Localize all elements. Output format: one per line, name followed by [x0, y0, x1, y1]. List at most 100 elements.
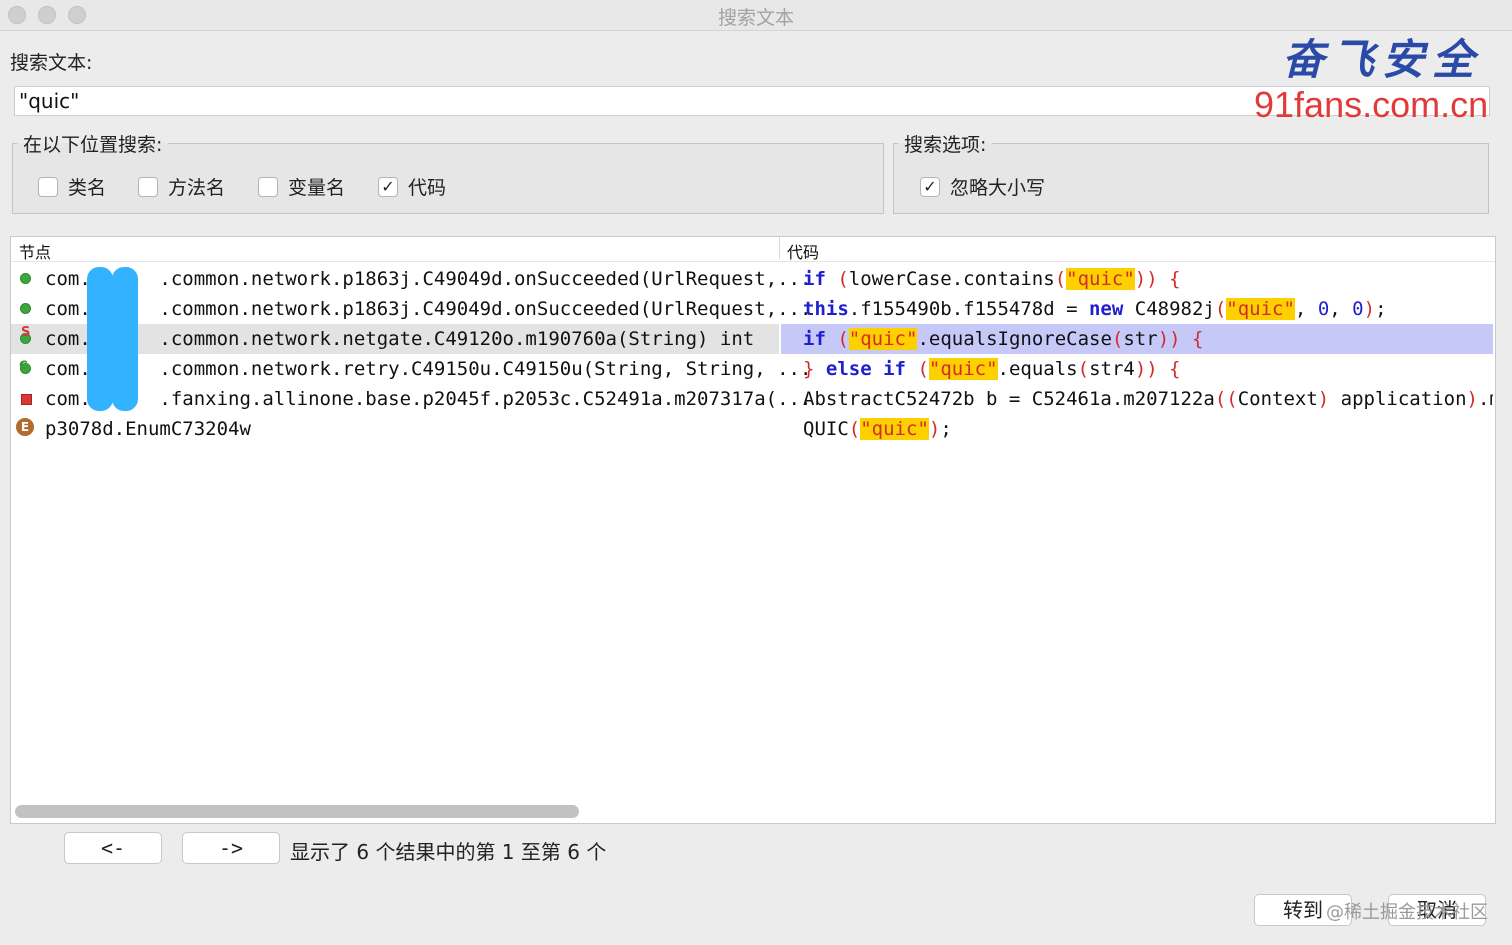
code-token: QUIC	[803, 418, 849, 440]
location-checkbox-0[interactable]: 类名	[38, 173, 106, 200]
search-options-legend: 搜索选项:	[904, 134, 987, 156]
checkbox-label: 忽略大小写	[950, 177, 1046, 199]
table-row[interactable]: com. .common.network.p1863j.C49049d.onSu…	[11, 294, 1495, 324]
code-token: )	[1363, 298, 1376, 320]
checkbox-label: 方法名	[168, 177, 226, 199]
search-location-group: 在以下位置搜索:	[12, 130, 884, 214]
code-text: AbstractC52472b b = C52461a.m207122a((Co…	[803, 388, 1493, 410]
node-text: com. .common.network.retry.C49150u.C4915…	[45, 358, 812, 380]
table-row[interactable]: Scom. .common.network.netgate.C49120o.m1…	[11, 324, 1495, 354]
checkbox-box[interactable]: ✓	[378, 176, 398, 197]
code-token: (	[1054, 268, 1067, 290]
code-token: else if	[825, 358, 906, 380]
code-token: .equals	[997, 358, 1078, 380]
method-public-icon	[20, 273, 31, 284]
watermark-juejin: @稀土掘金技术社区	[1326, 902, 1488, 923]
code-text: QUIC("quic");	[803, 418, 952, 440]
match-highlight: "quic"	[848, 328, 918, 350]
results-table: 节点 代码 com. .common.network.p1863j.C49049…	[10, 236, 1496, 824]
match-highlight: "quic"	[1066, 268, 1135, 290]
code-token: ,	[1294, 298, 1318, 320]
checkbox-box[interactable]	[138, 176, 158, 197]
code-token: ;	[940, 418, 952, 440]
match-highlight: "quic"	[1226, 298, 1295, 320]
option-checkbox-0[interactable]: ✓ 忽略大小写	[920, 173, 1045, 200]
code-text: if ("quic".equalsIgnoreCase(str)) {	[803, 328, 1203, 350]
code-token: {	[1169, 358, 1181, 380]
checkmark-icon: ✓	[923, 176, 937, 196]
watermark-url: 91fans.com.cn	[1254, 84, 1489, 125]
node-text: com. .fanxing.allinone.base.p2045f.p2053…	[45, 388, 812, 410]
code-token: (	[837, 328, 849, 350]
table-row[interactable]: Ep3078d.EnumC73204w QUIC("quic");	[11, 414, 1495, 444]
code-cell[interactable]: if (lowerCase.contains("quic")) {	[781, 264, 1493, 294]
next-button[interactable]: ->	[182, 832, 280, 864]
checkbox-box[interactable]	[38, 176, 58, 197]
checkmark-icon: ✓	[381, 176, 395, 196]
header-separator	[11, 261, 1495, 262]
code-token: 0	[1317, 298, 1330, 320]
code-token: .f155490b.f155478d =	[848, 298, 1089, 320]
code-token: lowerCase.contains	[848, 268, 1055, 290]
code-token: if	[803, 328, 826, 350]
code-token: (	[848, 418, 861, 440]
table-row[interactable]: c com. .common.network.retry.C49150u.C491…	[11, 354, 1495, 384]
constructor-badge-icon: c	[19, 355, 28, 373]
code-cell[interactable]: this.f155490b.f155478d = new C48982j("qu…	[781, 294, 1493, 324]
code-token: ((	[1214, 388, 1238, 410]
code-cell[interactable]: } else if ("quic".equals(str4)) {	[781, 354, 1493, 384]
node-text: com. .common.network.p1863j.C49049d.onSu…	[45, 298, 812, 320]
node-text: com. .common.network.netgate.C49120o.m19…	[45, 328, 755, 350]
watermark-logo: 奋飞安全	[1282, 35, 1483, 84]
code-token: AbstractC52472b b = C52461a.m207122a	[803, 388, 1215, 410]
code-token: if	[803, 268, 826, 290]
code-token: str	[1123, 328, 1158, 350]
code-cell[interactable]: QUIC("quic");	[781, 414, 1493, 444]
code-token: }	[803, 358, 815, 380]
location-checkbox-2[interactable]: 变量名	[258, 173, 345, 200]
node-text: p3078d.EnumC73204w	[45, 418, 251, 440]
location-checkbox-3[interactable]: ✓ 代码	[378, 173, 446, 200]
horizontal-scrollbar[interactable]	[15, 805, 579, 818]
method-private-icon	[21, 394, 32, 405]
code-text: } else if ("quic".equals(str4)) {	[803, 358, 1181, 380]
code-token: (	[1111, 328, 1124, 350]
code-token: {	[1169, 268, 1181, 290]
match-highlight: "quic"	[860, 418, 929, 440]
node-text: com. .common.network.p1863j.C49049d.onSu…	[45, 268, 812, 290]
search-options-group: 搜索选项:	[893, 130, 1489, 214]
code-token: ))	[1134, 358, 1158, 380]
code-token: new	[1088, 298, 1124, 320]
search-label: 搜索文本:	[10, 52, 93, 74]
column-header-code[interactable]: 代码	[787, 239, 819, 263]
code-cell[interactable]: AbstractC52472b b = C52461a.m207122a((Co…	[781, 384, 1493, 414]
code-token: {	[1192, 328, 1204, 350]
previous-button[interactable]: <-	[64, 832, 162, 864]
code-token: (	[825, 268, 849, 290]
code-token: 0	[1352, 298, 1364, 320]
code-token: str4	[1089, 358, 1135, 380]
location-checkbox-1[interactable]: 方法名	[138, 173, 225, 200]
column-divider[interactable]	[779, 237, 780, 259]
code-token: )	[1466, 388, 1478, 410]
redaction-mark	[87, 267, 113, 411]
code-token: (	[1077, 358, 1090, 380]
table-row[interactable]: com. .common.network.p1863j.C49049d.onSu…	[11, 264, 1495, 294]
node-cell[interactable]: Ep3078d.EnumC73204w	[11, 414, 779, 444]
checkbox-box[interactable]	[258, 176, 278, 197]
code-text: if (lowerCase.contains("quic")) {	[803, 268, 1181, 290]
table-row[interactable]: com. .fanxing.allinone.base.p2045f.p2053…	[11, 384, 1495, 414]
code-token: ))	[1134, 268, 1158, 290]
enum-icon: E	[16, 418, 34, 436]
column-header-node[interactable]: 节点	[19, 239, 51, 263]
checkbox-label: 代码	[408, 177, 447, 199]
checkbox-box[interactable]: ✓	[920, 176, 940, 197]
code-cell[interactable]: if ("quic".equalsIgnoreCase(str)) {	[781, 324, 1493, 354]
code-token: C48982j	[1123, 298, 1215, 320]
